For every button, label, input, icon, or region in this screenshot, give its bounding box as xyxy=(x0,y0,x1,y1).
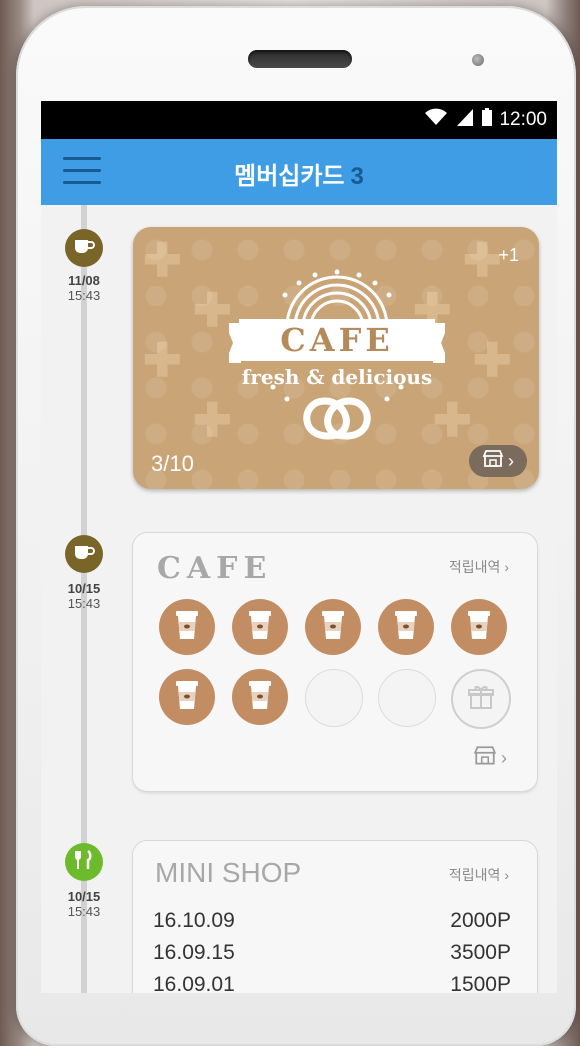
gift-icon xyxy=(467,683,495,716)
timeline-date-3: 10/15 15:43 xyxy=(47,889,121,919)
chevron-right-icon: › xyxy=(501,748,507,768)
record-date: 16.09.15 xyxy=(153,941,235,964)
cross-pattern-icon: ✚ xyxy=(463,234,502,286)
coffee-cup-icon xyxy=(245,678,275,717)
timeline-date-2: 10/15 15:43 xyxy=(47,581,121,611)
record-points: 1500P xyxy=(450,973,511,993)
stamp-card-title: CAFE xyxy=(157,551,273,586)
cup-icon xyxy=(73,543,95,566)
timeline-date-day: 11/08 xyxy=(68,273,100,288)
timeline-node-cafe-1 xyxy=(65,229,103,267)
list-item: 16.09.01 1500P xyxy=(153,969,511,993)
stamp-filled xyxy=(232,599,288,655)
app-screen: 12:00 멤버십카드 3 11/08 15:43 10/15 15:43 10… xyxy=(41,101,557,993)
timeline-date-time: 15:43 xyxy=(67,596,101,611)
cafe-logo: CAFE fresh & delicious xyxy=(229,267,445,457)
stamp-filled xyxy=(159,669,215,725)
stamp-filled xyxy=(232,669,288,725)
coffee-cup-icon xyxy=(172,678,202,717)
coffee-cup-icon xyxy=(391,608,421,647)
page-title: 멤버십카드 3 xyxy=(41,156,557,191)
coffee-cup-icon xyxy=(172,608,202,647)
page-title-text: 멤버십카드 xyxy=(234,163,345,190)
stamp-empty xyxy=(305,669,363,727)
history-link-label: 적립내역 xyxy=(448,559,501,575)
record-points: 3500P xyxy=(450,941,511,964)
store-icon xyxy=(482,449,504,473)
app-bar: 멤버십카드 3 xyxy=(41,139,557,205)
stamp-filled xyxy=(378,599,434,655)
battery-icon xyxy=(481,107,493,133)
timeline-date-day: 10/15 xyxy=(67,581,101,596)
timeline-date-time: 15:43 xyxy=(67,288,101,303)
history-link[interactable]: 적립내역 › xyxy=(449,557,509,577)
front-camera xyxy=(472,54,484,66)
timeline-node-shop xyxy=(65,843,103,881)
cafe-logo-subtitle: fresh & delicious xyxy=(241,365,433,389)
stamp-empty xyxy=(378,669,436,727)
timeline-date-day: 10/15 xyxy=(67,889,101,904)
store-link-button[interactable]: › xyxy=(473,746,507,771)
stamp-progress: 3/10 xyxy=(151,451,194,476)
cross-pattern-icon: ✚ xyxy=(143,234,182,286)
record-date: 16.10.09 xyxy=(153,909,235,932)
stamp-filled xyxy=(159,599,215,655)
signal-icon xyxy=(455,107,475,133)
mini-shop-card[interactable]: MINI SHOP 적립내역 › 16.10.09 2000P 16.09.15… xyxy=(133,841,537,993)
cross-pattern-icon: ✚ xyxy=(473,334,512,386)
cross-pattern-icon: ✚ xyxy=(193,284,232,336)
timeline-date-1: 11/08 15:43 xyxy=(47,273,121,303)
timeline-date-time: 15:43 xyxy=(67,904,101,919)
card-count: 3 xyxy=(350,163,364,190)
store-link-button[interactable]: › xyxy=(469,445,527,477)
cross-pattern-icon: ✚ xyxy=(143,334,182,386)
coffee-cup-icon xyxy=(464,608,494,647)
stamp-filled xyxy=(451,599,507,655)
cafe-logo-title: CAFE xyxy=(239,319,435,361)
record-date: 16.09.01 xyxy=(153,973,235,993)
record-points: 2000P xyxy=(450,909,511,932)
points-history-list: 16.10.09 2000P 16.09.15 3500P 16.09.01 1… xyxy=(153,905,511,993)
list-item: 16.09.15 3500P xyxy=(153,937,511,969)
fork-knife-icon xyxy=(74,849,94,876)
coffee-cup-icon xyxy=(245,608,275,647)
chevron-right-icon: › xyxy=(504,559,509,575)
chevron-right-icon: › xyxy=(508,450,514,471)
stamp-increment: +1 xyxy=(498,245,519,265)
store-icon xyxy=(473,746,497,771)
cup-icon xyxy=(73,237,95,260)
stamp-filled xyxy=(305,599,361,655)
speaker-grille xyxy=(248,50,352,68)
cafe-stamp-card[interactable]: CAFE 적립내역 › › xyxy=(133,533,537,791)
stamp-reward xyxy=(451,669,511,729)
chevron-right-icon: › xyxy=(504,867,509,883)
timeline-node-cafe-2 xyxy=(65,535,103,573)
cross-pattern-icon: ✚ xyxy=(193,394,232,446)
history-link[interactable]: 적립내역 › xyxy=(449,865,509,885)
history-link-label: 적립내역 xyxy=(448,867,501,883)
cafe-membership-card[interactable]: ✚ ✚ ✚ ✚ ✚ ✚ ✚ ✚ CAFE fresh & delicious +… xyxy=(133,227,539,489)
status-time: 12:00 xyxy=(499,109,547,130)
mini-shop-title: MINI SHOP xyxy=(155,857,302,888)
status-bar: 12:00 xyxy=(41,101,557,139)
coffee-cup-icon xyxy=(318,608,348,647)
wifi-icon xyxy=(423,107,449,133)
list-item: 16.10.09 2000P xyxy=(153,905,511,937)
